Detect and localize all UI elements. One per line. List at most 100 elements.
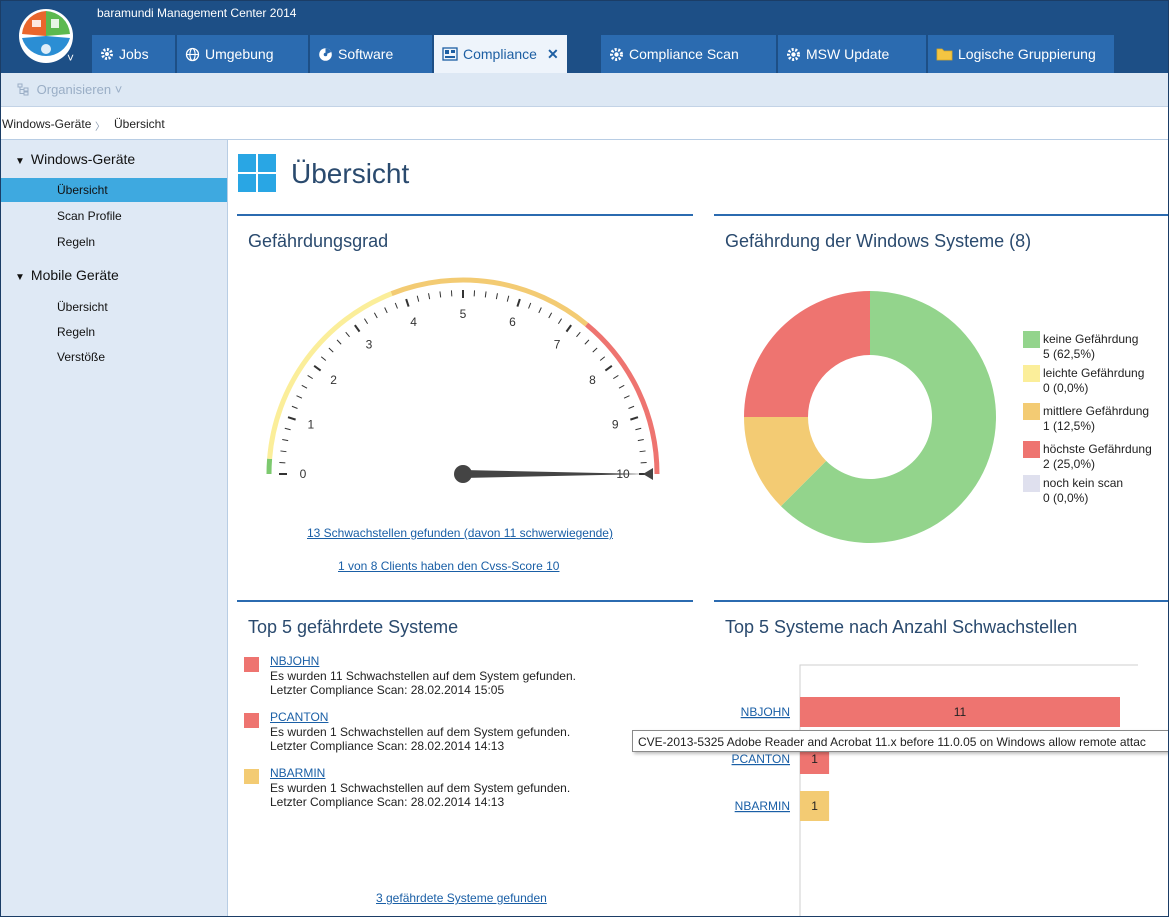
legend-swatch: [1023, 331, 1040, 348]
expand-triangle-icon: ▼: [15, 156, 25, 167]
donut-slice: [744, 291, 870, 417]
system-link[interactable]: NBJOHN: [270, 654, 319, 669]
system-scan-text: Letzter Compliance Scan: 28.02.2014 14:1…: [270, 795, 505, 809]
sidebar-group-windows[interactable]: ▼ Windows-Geräte: [15, 151, 135, 167]
main-content: Übersicht Gefährdungsgrad 012345678910 1…: [228, 140, 1168, 916]
system-link[interactable]: NBARMIN: [270, 766, 325, 781]
app-menu-chevron-icon[interactable]: ˅: [67, 51, 74, 65]
gauge-minor-tick: [484, 291, 487, 298]
top5-panel-title: Top 5 gefährdete Systeme: [248, 617, 459, 637]
organize-label: Organisieren: [36, 82, 112, 97]
sidebar-item-scan-profile[interactable]: Scan Profile: [1, 204, 227, 228]
folder-icon: [936, 47, 953, 61]
gauge-major-tick: [287, 416, 296, 421]
gauge-minor-tick: [328, 347, 334, 353]
gauge-tick-label: 4: [410, 315, 417, 329]
gauge-minor-tick: [291, 405, 298, 409]
sidebar-item-label: Übersicht: [57, 300, 108, 314]
breadcrumb-current[interactable]: Übersicht: [114, 117, 165, 131]
gauge-minor-tick: [613, 374, 619, 380]
clients-cvss-link[interactable]: 1 von 8 Clients haben den Cvss-Score 10: [338, 559, 559, 573]
sidebar-item-windows-uebersicht[interactable]: Übersicht: [1, 178, 227, 202]
gauge-value-marker: [643, 468, 653, 480]
sidebar-group-mobile[interactable]: ▼ Mobile Geräte: [15, 267, 119, 283]
sidebar-item-mobile-regeln[interactable]: Regeln: [1, 320, 227, 344]
tab-label: Jobs: [119, 46, 149, 62]
legend-item: höchste Gefährdung 2 (25,0%): [1043, 442, 1152, 472]
gauge-major-tick: [630, 416, 639, 421]
gauge-minor-tick: [599, 356, 606, 361]
legend-label: leichte Gefährdung: [1043, 366, 1145, 380]
expand-triangle-icon: ▼: [15, 272, 25, 283]
tab-compliance-scan[interactable]: Compliance Scan: [601, 35, 776, 73]
sidebar-item-verstoesse[interactable]: Verstöße: [1, 345, 227, 369]
tab-umgebung[interactable]: Umgebung: [177, 35, 308, 73]
gear-icon: [609, 47, 624, 62]
legend-value: 1 (12,5%): [1043, 419, 1096, 433]
endangered-systems-link[interactable]: 3 gefährdete Systeme gefunden: [376, 891, 547, 905]
bar-category-label[interactable]: NBJOHN: [741, 705, 790, 719]
gear-icon: [100, 47, 114, 61]
system-link[interactable]: PCANTON: [270, 710, 328, 725]
gauge-arc-red: [585, 322, 660, 475]
tab-label: Compliance: [463, 46, 537, 62]
legend-item: mittlere Gefährdung 1 (12,5%): [1043, 404, 1149, 434]
gauge-minor-tick: [394, 302, 398, 309]
gauge-minor-tick: [528, 302, 532, 309]
system-scan-text: Letzter Compliance Scan: 28.02.2014 15:0…: [270, 683, 505, 697]
tab-software[interactable]: Software: [310, 35, 432, 73]
gauge-minor-tick: [637, 439, 644, 442]
tab-compliance[interactable]: Compliance ✕: [434, 35, 567, 73]
bar-category-label[interactable]: PCANTON: [732, 752, 790, 766]
organize-menu-button[interactable]: Organisieren ˅: [17, 82, 122, 99]
legend-swatch: [1023, 365, 1040, 382]
gauge-minor-tick: [345, 331, 350, 338]
legend-label: noch kein scan: [1043, 476, 1124, 490]
gauge-minor-tick: [628, 405, 635, 409]
severity-swatch: [244, 657, 259, 672]
gauge-minor-tick: [363, 318, 369, 324]
gauge-minor-tick: [416, 295, 420, 302]
sidebar-item-label: Übersicht: [57, 183, 108, 197]
legend-item: keine Gefährdung 5 (62,5%): [1043, 332, 1138, 362]
legend-item: leichte Gefährdung 0 (0,0%): [1043, 366, 1144, 396]
gauge-needle-hub: [454, 465, 472, 483]
tab-msw-update[interactable]: MSW Update: [778, 35, 926, 73]
sidebar-item-windows-regeln[interactable]: Regeln: [1, 230, 227, 254]
vulnerabilities-link[interactable]: 13 Schwachstellen gefunden (davon 11 sch…: [307, 526, 613, 540]
software-disc-icon: [318, 47, 333, 62]
gauge-major-tick: [604, 365, 613, 372]
gauge-minor-tick: [282, 439, 289, 442]
panel-divider: [714, 214, 1168, 216]
gauge-minor-tick: [428, 293, 431, 300]
sidebar-item-label: Verstöße: [57, 350, 106, 364]
system-vuln-text: Es wurden 1 Schwachstellen auf dem Syste…: [270, 725, 571, 739]
tab-logische-gruppierung[interactable]: Logische Gruppierung: [928, 35, 1114, 73]
gauge-minor-tick: [557, 318, 563, 324]
gauge-minor-tick: [280, 450, 287, 453]
gauge-minor-tick: [384, 307, 388, 314]
donut-legend: keine Gefährdung 5 (62,5%) leichte Gefähr…: [1023, 331, 1168, 521]
gauge-minor-tick: [548, 312, 553, 319]
gauge-tick-label: 8: [589, 373, 596, 387]
windows-logo-icon: [238, 154, 276, 192]
gauge-panel-title: Gefährdungsgrad: [248, 231, 389, 251]
gauge-tick-label: 1: [307, 418, 314, 432]
legend-value: 0 (0,0%): [1043, 491, 1089, 505]
legend-label: mittlere Gefährdung: [1043, 404, 1150, 418]
gauge-minor-tick: [506, 295, 510, 302]
sidebar-group-label: Mobile Geräte: [30, 267, 119, 283]
sidebar-item-mobile-uebersicht[interactable]: Übersicht: [1, 295, 227, 319]
gauge-tick-label: 5: [460, 307, 467, 321]
bar-category-label[interactable]: NBARMIN: [735, 799, 790, 813]
close-tab-icon[interactable]: ✕: [547, 46, 559, 63]
gauge-minor-tick: [623, 395, 630, 399]
gauge-major-tick: [354, 324, 361, 333]
tab-jobs[interactable]: Jobs: [92, 35, 175, 73]
tab-label: Compliance Scan: [629, 46, 739, 62]
gauge-minor-tick: [618, 384, 625, 389]
system-vuln-text: Es wurden 11 Schwachstellen auf dem Syst…: [270, 669, 576, 683]
panel-divider: [237, 214, 693, 216]
vulnerability-bar-chart: 11 NBJOHN 1 PCANTON 1 NBARMIN: [732, 664, 1138, 916]
breadcrumb-root[interactable]: Windows-Geräte: [2, 117, 91, 131]
